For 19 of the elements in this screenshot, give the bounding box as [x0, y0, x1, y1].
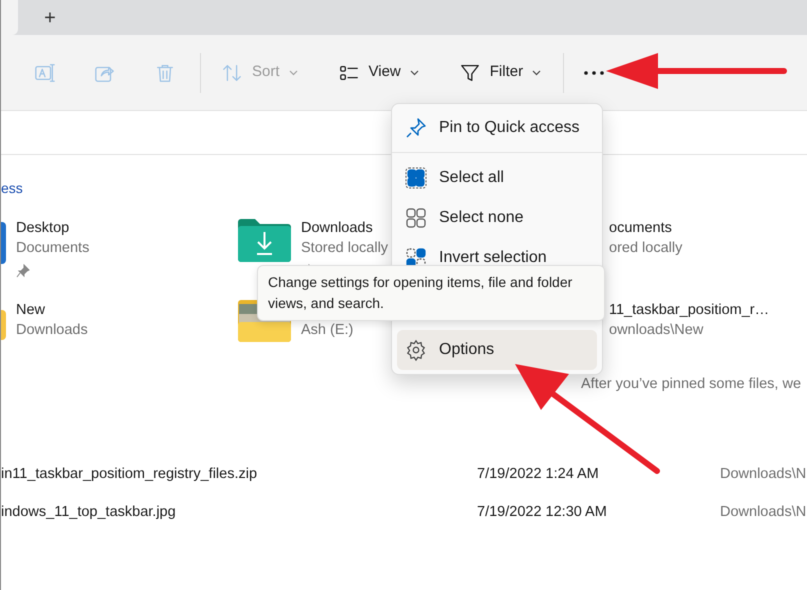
file-name: indows_11_top_taskbar.jpg: [1, 502, 177, 522]
item-location: Stored locally: [301, 239, 388, 258]
tooltip: Change settings for opening items, file and folder views, and search.: [257, 265, 605, 321]
file-location: Downloads\N: [720, 464, 806, 484]
recent-empty-note: After you’ve pinned some files, we: [580, 375, 802, 394]
file-date: 7/19/2022 12:30 AM: [477, 502, 608, 522]
item-name: New: [16, 301, 46, 320]
file-location: Downloads\N: [720, 502, 806, 522]
item-name: 11_taskbar_positiom_r…: [609, 301, 770, 320]
item-name: Desktop: [16, 219, 70, 238]
item-location: Ash (E:): [301, 321, 354, 340]
item-name: ocuments: [609, 219, 673, 238]
item-location: Documents: [16, 239, 90, 258]
item-location: ored locally: [609, 239, 682, 258]
file-date: 7/19/2022 1:24 AM: [477, 464, 600, 484]
file-name: in11_taskbar_positiom_registry_files.zip: [1, 464, 258, 484]
item-name: Downloads: [301, 219, 374, 238]
item-location: ownloads\New: [609, 321, 704, 340]
item-location: Downloads: [16, 321, 88, 340]
